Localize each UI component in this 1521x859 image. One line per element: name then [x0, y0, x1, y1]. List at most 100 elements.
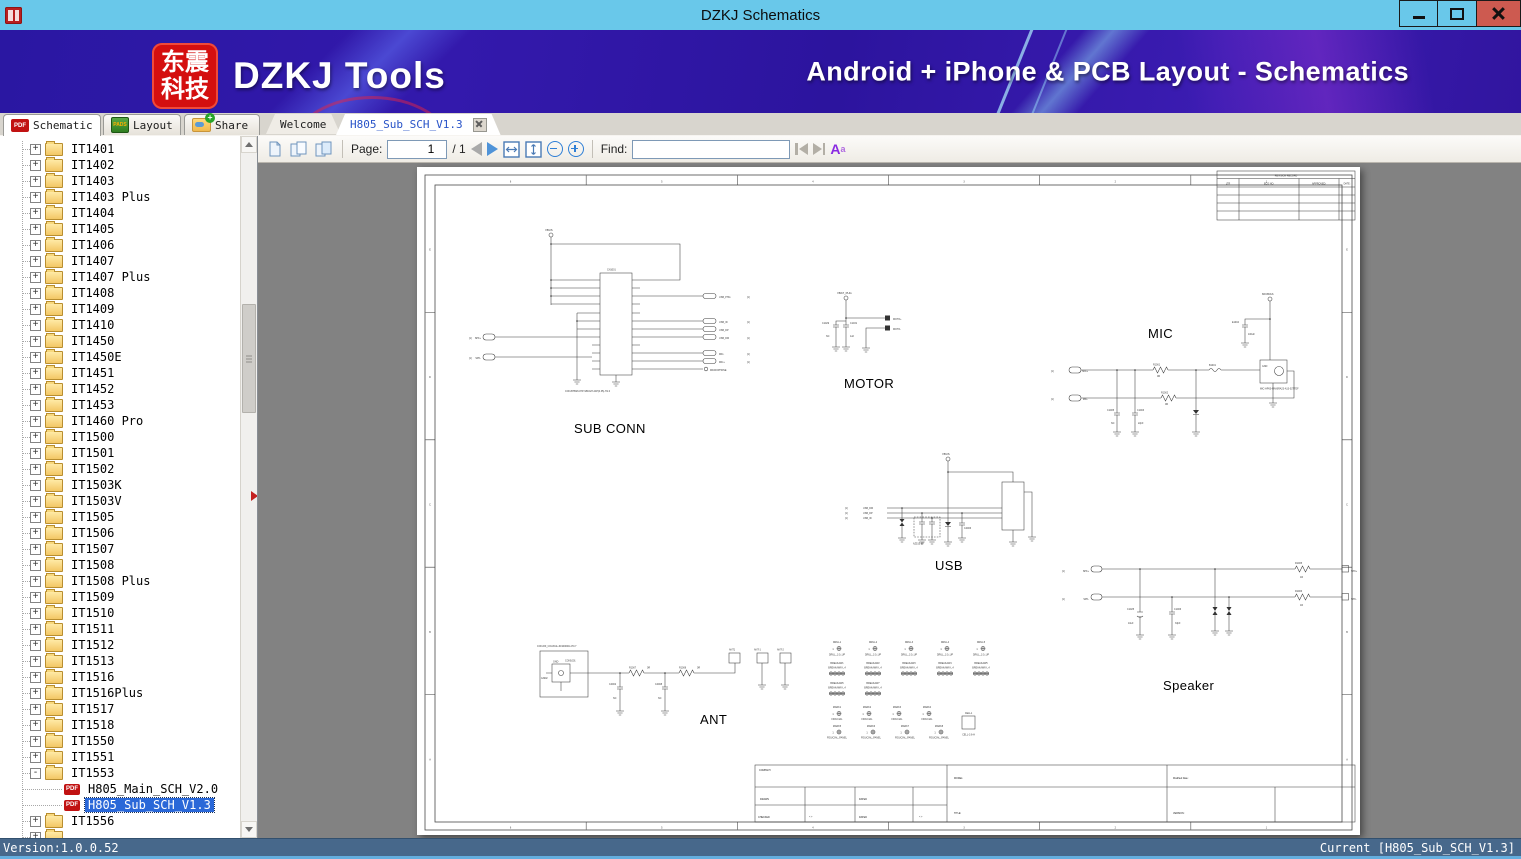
previous-page-icon[interactable] — [470, 142, 482, 156]
maximize-button[interactable] — [1438, 0, 1477, 27]
tree-item-folder[interactable]: + IT1513 — [0, 652, 235, 669]
tree-item-folder[interactable]: + IT1407 — [0, 252, 235, 269]
expand-icon[interactable]: + — [30, 735, 41, 747]
splitter-arrow-icon[interactable] — [251, 491, 257, 501]
tree-item-label[interactable]: IT1403 — [68, 174, 117, 188]
expand-icon[interactable]: + — [30, 751, 41, 763]
tree-item-label[interactable]: IT1508 — [68, 558, 117, 572]
tab-share[interactable]: Share — [184, 113, 260, 135]
fit-page-icon[interactable] — [525, 140, 542, 158]
tree-item-folder[interactable]: + IT1450E — [0, 348, 235, 365]
tree-item-folder[interactable]: + IT1404 — [0, 204, 235, 221]
tree-item-folder[interactable]: + IT1401 — [0, 141, 235, 157]
expand-icon[interactable]: + — [30, 639, 41, 651]
expand-icon[interactable]: + — [30, 159, 41, 171]
tree-item-folder[interactable]: + IT1506 — [0, 524, 235, 541]
match-case-icon[interactable]: Aa — [830, 142, 845, 156]
scroll-down-button[interactable] — [241, 821, 257, 838]
tree-item-label[interactable]: IT1405 — [68, 222, 117, 236]
expand-icon[interactable]: + — [30, 351, 41, 363]
tree-item-label[interactable]: IT1452 — [68, 382, 117, 396]
pdf-viewport[interactable]: 6 6 5 5 4 4 3 3 2 2 1 1 E E D D C C B B A A REVISION RECORD L… — [258, 163, 1521, 838]
expand-icon[interactable]: + — [30, 207, 41, 219]
tree-item-label[interactable]: IT1551 — [68, 750, 117, 764]
tree-item-label[interactable]: IT1505 — [68, 510, 117, 524]
expand-icon[interactable]: + — [30, 383, 41, 395]
expand-icon[interactable]: + — [30, 687, 41, 699]
tree-item-folder[interactable]: + IT1509 — [0, 588, 235, 605]
expand-icon[interactable]: + — [30, 575, 41, 587]
tree-item-folder[interactable]: - IT1553 — [0, 764, 235, 781]
tree-item-label[interactable]: IT1402 — [68, 158, 117, 172]
tree-item-folder[interactable]: + IT1406 — [0, 236, 235, 253]
tree-item-folder[interactable]: + IT1451 — [0, 364, 235, 381]
tree-item-label[interactable]: IT1403 Plus — [68, 190, 153, 204]
tree-item-label[interactable]: IT1404 — [68, 206, 117, 220]
tree-item-folder[interactable]: + IT1516 — [0, 668, 235, 685]
tree-item-label[interactable]: IT1511 — [68, 622, 117, 636]
facing-pages-icon[interactable] — [289, 140, 309, 158]
page-number-input[interactable] — [387, 139, 448, 159]
expand-icon[interactable]: + — [30, 495, 41, 507]
tree-item-folder[interactable]: + IT1407 Plus — [0, 268, 235, 285]
zoom-out-icon[interactable] — [546, 141, 563, 157]
next-page-icon[interactable] — [486, 142, 498, 156]
tree-item-folder[interactable]: + IT1511 — [0, 620, 235, 637]
tree-item-folder[interactable]: + IT1503V — [0, 492, 235, 509]
tree-item-folder[interactable]: + IT1508 Plus — [0, 572, 235, 589]
tree-item-label[interactable]: IT1509 — [68, 590, 117, 604]
expand-icon[interactable]: + — [30, 511, 41, 523]
expand-icon[interactable]: + — [30, 623, 41, 635]
expand-icon[interactable]: + — [30, 655, 41, 667]
tree-item-folder[interactable]: + IT1508 — [0, 556, 235, 573]
tree-item-label[interactable]: IT1450E — [68, 350, 125, 364]
expand-icon[interactable]: + — [30, 527, 41, 539]
tree-item-folder[interactable]: + IT1518 — [0, 716, 235, 733]
tree-item-label[interactable]: IT1516Plus — [68, 686, 146, 700]
expand-icon[interactable]: + — [30, 367, 41, 379]
tree-item-folder[interactable]: + IT1402 — [0, 156, 235, 173]
tree-item-folder[interactable]: + IT1403 Plus — [0, 188, 235, 205]
tree-item-folder[interactable]: + IT1452 — [0, 380, 235, 397]
close-tab-icon[interactable] — [473, 118, 487, 132]
tree-item-folder[interactable]: + IT1410 — [0, 316, 235, 333]
tree-item-label[interactable]: IT1501 — [68, 446, 117, 460]
tree-item-folder[interactable]: + IT1409 — [0, 300, 235, 317]
tree-item-folder[interactable]: + IT1550 — [0, 732, 235, 749]
expand-icon[interactable]: + — [30, 815, 41, 827]
expand-icon[interactable]: + — [30, 559, 41, 571]
expand-icon[interactable]: + — [30, 415, 41, 427]
sidebar-scrollbar[interactable] — [240, 136, 257, 838]
tree-item-label[interactable]: IT1500 — [68, 430, 117, 444]
tree-item-label[interactable]: H805_Main_SCH_V2.0 — [85, 782, 221, 796]
tree-item-pdf[interactable]: PDF H805_Main_SCH_V2.0 — [0, 781, 235, 797]
expand-icon[interactable]: + — [30, 223, 41, 235]
expand-icon[interactable]: + — [30, 703, 41, 715]
tree-item-label[interactable]: IT1508 Plus — [68, 574, 153, 588]
tree-item-label[interactable]: IT1507 — [68, 542, 117, 556]
expand-icon[interactable]: + — [30, 255, 41, 267]
find-input[interactable] — [632, 139, 791, 159]
tree-item-label[interactable]: IT1556 — [68, 814, 117, 828]
close-button[interactable] — [1477, 0, 1521, 27]
tree-item-folder[interactable]: + IT1551 — [0, 748, 235, 765]
tree-item-label[interactable]: IT1409 — [68, 302, 117, 316]
tree-item-label[interactable]: IT1510 — [68, 606, 117, 620]
tree-item-label[interactable]: IT1406 — [68, 238, 117, 252]
find-next-icon[interactable] — [812, 143, 826, 155]
continuous-pages-icon[interactable] — [314, 140, 334, 158]
pdf-page[interactable]: 6 6 5 5 4 4 3 3 2 2 1 1 E E D D C C B B A A REVISION RECORD L… — [417, 167, 1360, 835]
tree-item-folder[interactable]: + IT1453 — [0, 396, 235, 413]
expand-icon[interactable]: + — [30, 831, 41, 838]
tree-item-label[interactable]: IT1408 — [68, 286, 117, 300]
tree-item-folder[interactable]: + IT1403 — [0, 172, 235, 189]
expand-icon[interactable]: + — [30, 303, 41, 315]
tree-item-folder[interactable]: + IT1516Plus — [0, 684, 235, 701]
find-previous-icon[interactable] — [795, 143, 808, 155]
scroll-up-button[interactable] — [241, 136, 257, 153]
expand-icon[interactable]: + — [30, 591, 41, 603]
tree-item-folder[interactable]: + IT1502 — [0, 460, 235, 477]
collapse-icon[interactable]: - — [30, 767, 41, 779]
tab-document[interactable]: H805_Sub_SCH_V1.3 — [336, 114, 501, 135]
expand-icon[interactable]: + — [30, 271, 41, 283]
